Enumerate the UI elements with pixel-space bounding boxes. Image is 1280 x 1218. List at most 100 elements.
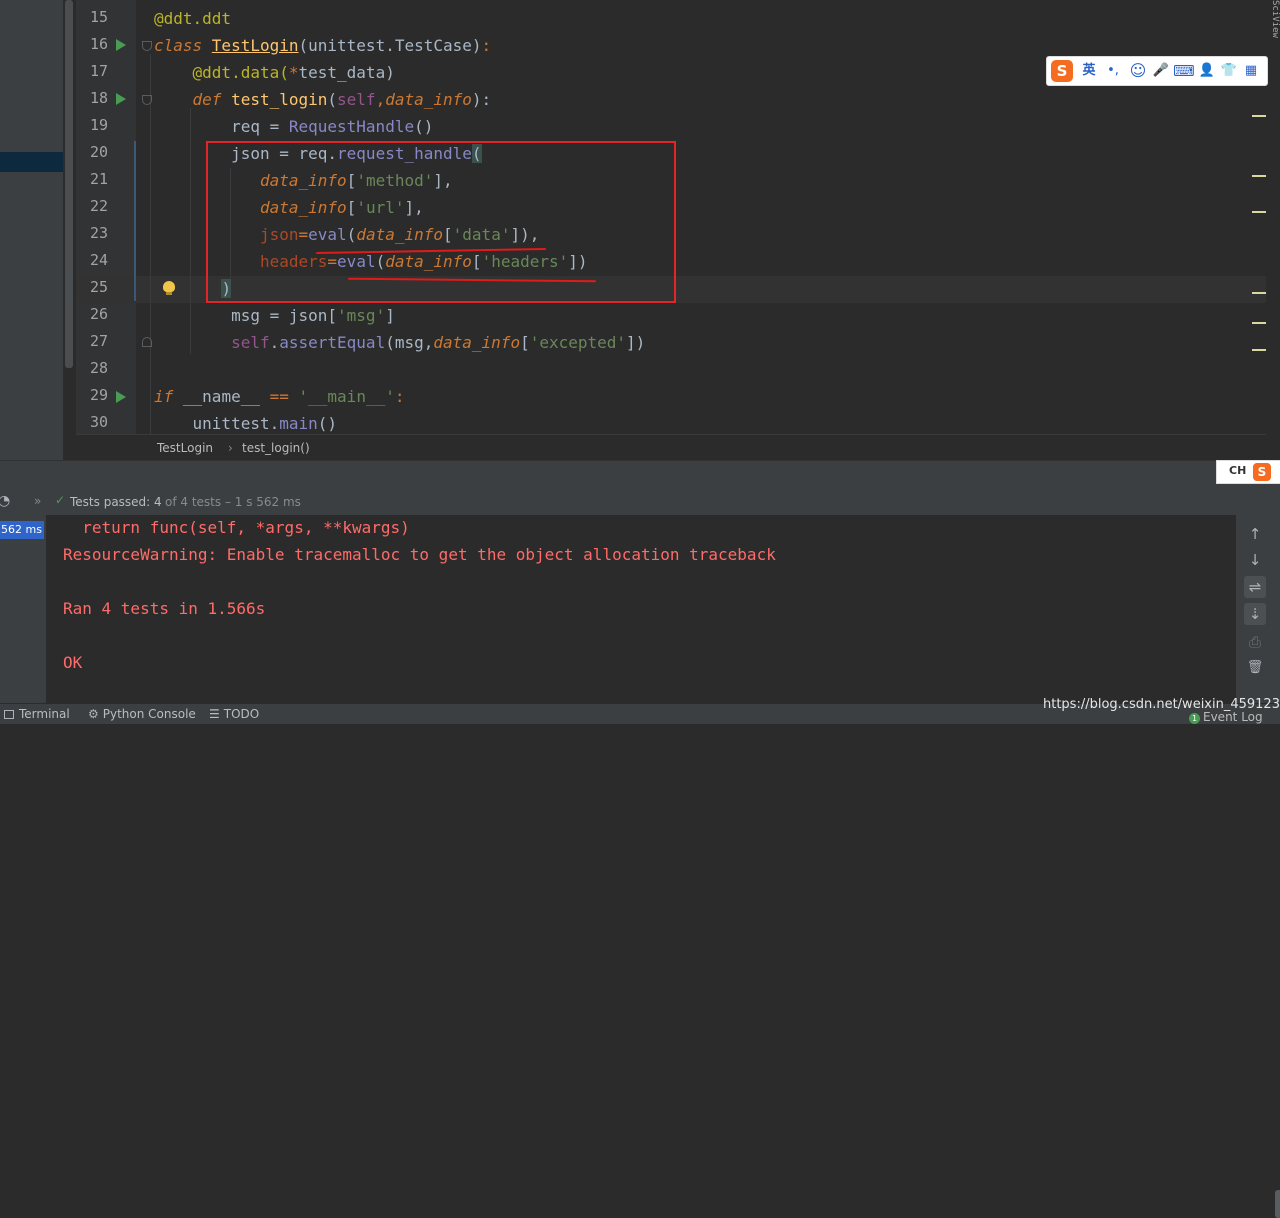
python-console-tab[interactable]: ⚙Python Console (88, 707, 196, 721)
user-icon[interactable]: 👤 (1197, 61, 1217, 81)
fold-end-icon[interactable] (142, 337, 152, 347)
scroll-marker[interactable] (1252, 175, 1266, 177)
ime-status-mini[interactable]: CH S (1216, 460, 1280, 484)
gutter-row[interactable]: 17 (76, 59, 136, 86)
trash-icon[interactable]: 🗑 (1244, 657, 1266, 679)
terminal-tab[interactable]: Terminal (4, 707, 70, 721)
microphone-icon[interactable]: 🎤 (1151, 61, 1171, 81)
fold-icon[interactable] (142, 95, 152, 105)
code-line[interactable]: self.assertEqual(msg,data_info['excepted… (154, 329, 645, 356)
gutter-row[interactable]: 24 (76, 248, 136, 275)
code-token: 'msg' (337, 306, 385, 325)
collapse-icon[interactable]: ◔ (0, 493, 10, 509)
panel-divider[interactable] (0, 460, 1280, 489)
gutter-row[interactable]: 30 (76, 410, 136, 437)
gutter-row[interactable]: 23 (76, 221, 136, 248)
fold-icon[interactable] (142, 41, 152, 51)
scroll-marker[interactable] (1252, 115, 1266, 117)
gutter-row[interactable]: 28 (76, 356, 136, 383)
print-icon[interactable]: ⎙ (1244, 631, 1266, 653)
watermark-url: https://blog.csdn.net/weixin_45912307 (1043, 697, 1280, 712)
todo-icon: ☰ (209, 707, 220, 721)
code-line[interactable]: unittest.main() (154, 410, 337, 437)
code-token: TestLogin (212, 36, 299, 55)
code-token: data_info (385, 90, 472, 109)
keyboard-icon[interactable]: ⌨ (1173, 61, 1195, 81)
event-log-tab[interactable]: 1Event Log (1189, 710, 1263, 724)
line-number: 24 (82, 251, 108, 269)
tests-passed-count: 4 (154, 495, 162, 509)
console-toolbar: ↑ ↓ ⇌ ⇣ ⎙ 🗑 (1236, 515, 1280, 703)
todo-tab[interactable]: ☰TODO (209, 707, 259, 721)
code-line[interactable]: @ddt.ddt (154, 5, 231, 32)
code-token: (unittest.TestCase) (299, 36, 482, 55)
scroll-marker[interactable] (1252, 292, 1266, 294)
run-main-icon[interactable] (116, 391, 126, 403)
console-scrollbar[interactable] (1275, 1190, 1280, 1218)
up-arrow-icon[interactable]: ↑ (1244, 523, 1266, 545)
scroll-marker[interactable] (1252, 322, 1266, 324)
line-number: 21 (82, 170, 108, 188)
code-token: 'excepted' (530, 333, 626, 352)
code-line[interactable]: class TestLogin(unittest.TestCase): (154, 32, 491, 59)
gutter-row[interactable]: 15 (76, 5, 136, 32)
breadcrumb-class[interactable]: TestLogin (157, 441, 213, 455)
code-token: def (193, 90, 232, 109)
code-token (154, 333, 231, 352)
toolbox-grid-icon[interactable]: ▦ (1241, 61, 1261, 81)
code-token: test_login (231, 90, 327, 109)
ime-language-toggle[interactable]: 英 (1079, 61, 1099, 81)
ime-toolbar[interactable]: S 英 •, ☺ 🎤 ⌨ 👤 👕 ▦ (1046, 56, 1268, 86)
ime-mode-label[interactable]: CH (1229, 464, 1246, 477)
run-test-method-icon[interactable] (116, 93, 126, 105)
project-tree-selection[interactable] (0, 152, 63, 172)
code-line[interactable]: msg = json['msg'] (154, 302, 395, 329)
console-line: Ran 4 tests in 1.566s (63, 599, 265, 618)
project-tree-scrollbar[interactable] (65, 0, 73, 368)
code-editor[interactable]: 15161718192021222324252627282930 @ddt.dd… (0, 0, 1280, 460)
line-number: 20 (82, 143, 108, 161)
down-arrow-icon[interactable]: ↓ (1244, 549, 1266, 571)
console-line: OK (63, 653, 82, 672)
test-duration-badge[interactable]: 562 ms (0, 521, 44, 539)
check-icon: ✓ (55, 493, 65, 507)
sciview-side-tab[interactable]: SciView (1268, 0, 1280, 110)
code-token: self (231, 333, 270, 352)
code-token: ] (385, 306, 395, 325)
code-token: data_info (433, 333, 520, 352)
breadcrumb-method[interactable]: test_login() (242, 441, 310, 455)
code-token: class (154, 36, 212, 55)
gutter-row[interactable]: 20 (76, 140, 136, 167)
soft-wrap-icon[interactable]: ⇌ (1244, 576, 1266, 598)
code-line[interactable]: def test_login(self,data_info): (154, 86, 491, 113)
gutter-row[interactable]: 19 (76, 113, 136, 140)
console-output[interactable]: return func(self, *args, **kwargs) Resour… (47, 515, 1236, 703)
gutter-row[interactable]: 22 (76, 194, 136, 221)
python-icon: ⚙ (88, 707, 99, 721)
chevron-icon[interactable]: » (34, 494, 41, 508)
console-line: return func(self, *args, **kwargs) (63, 518, 410, 537)
scroll-marker[interactable] (1252, 211, 1266, 213)
gutter-row[interactable]: 26 (76, 302, 136, 329)
emoji-icon[interactable]: ☺ (1127, 61, 1149, 81)
console-line: ResourceWarning: Enable tracemalloc to g… (63, 545, 776, 564)
code-token: test_data) (299, 63, 395, 82)
code-token: json[ (289, 306, 337, 325)
code-line[interactable]: req = RequestHandle() (154, 113, 433, 140)
breadcrumb-separator: › (228, 441, 233, 455)
test-tree-panel[interactable] (0, 515, 46, 703)
code-line[interactable]: @ddt.data(*test_data) (154, 59, 395, 86)
code-token: @ddt.data( (154, 63, 289, 82)
skin-shirt-icon[interactable]: 👕 (1219, 61, 1239, 81)
punctuation-icon[interactable]: •, (1103, 61, 1123, 81)
sogou-logo-icon[interactable]: S (1253, 463, 1271, 481)
code-line[interactable]: if __name__ == '__main__': (154, 383, 404, 410)
gutter-row[interactable]: 21 (76, 167, 136, 194)
scroll-marker[interactable] (1252, 349, 1266, 351)
gutter-row[interactable]: 25 (76, 275, 136, 302)
gutter-row[interactable]: 27 (76, 329, 136, 356)
lightbulb-icon[interactable] (163, 281, 175, 296)
run-test-class-icon[interactable] (116, 39, 126, 51)
scroll-to-end-icon[interactable]: ⇣ (1244, 603, 1266, 625)
sogou-logo-icon[interactable]: S (1051, 60, 1073, 82)
